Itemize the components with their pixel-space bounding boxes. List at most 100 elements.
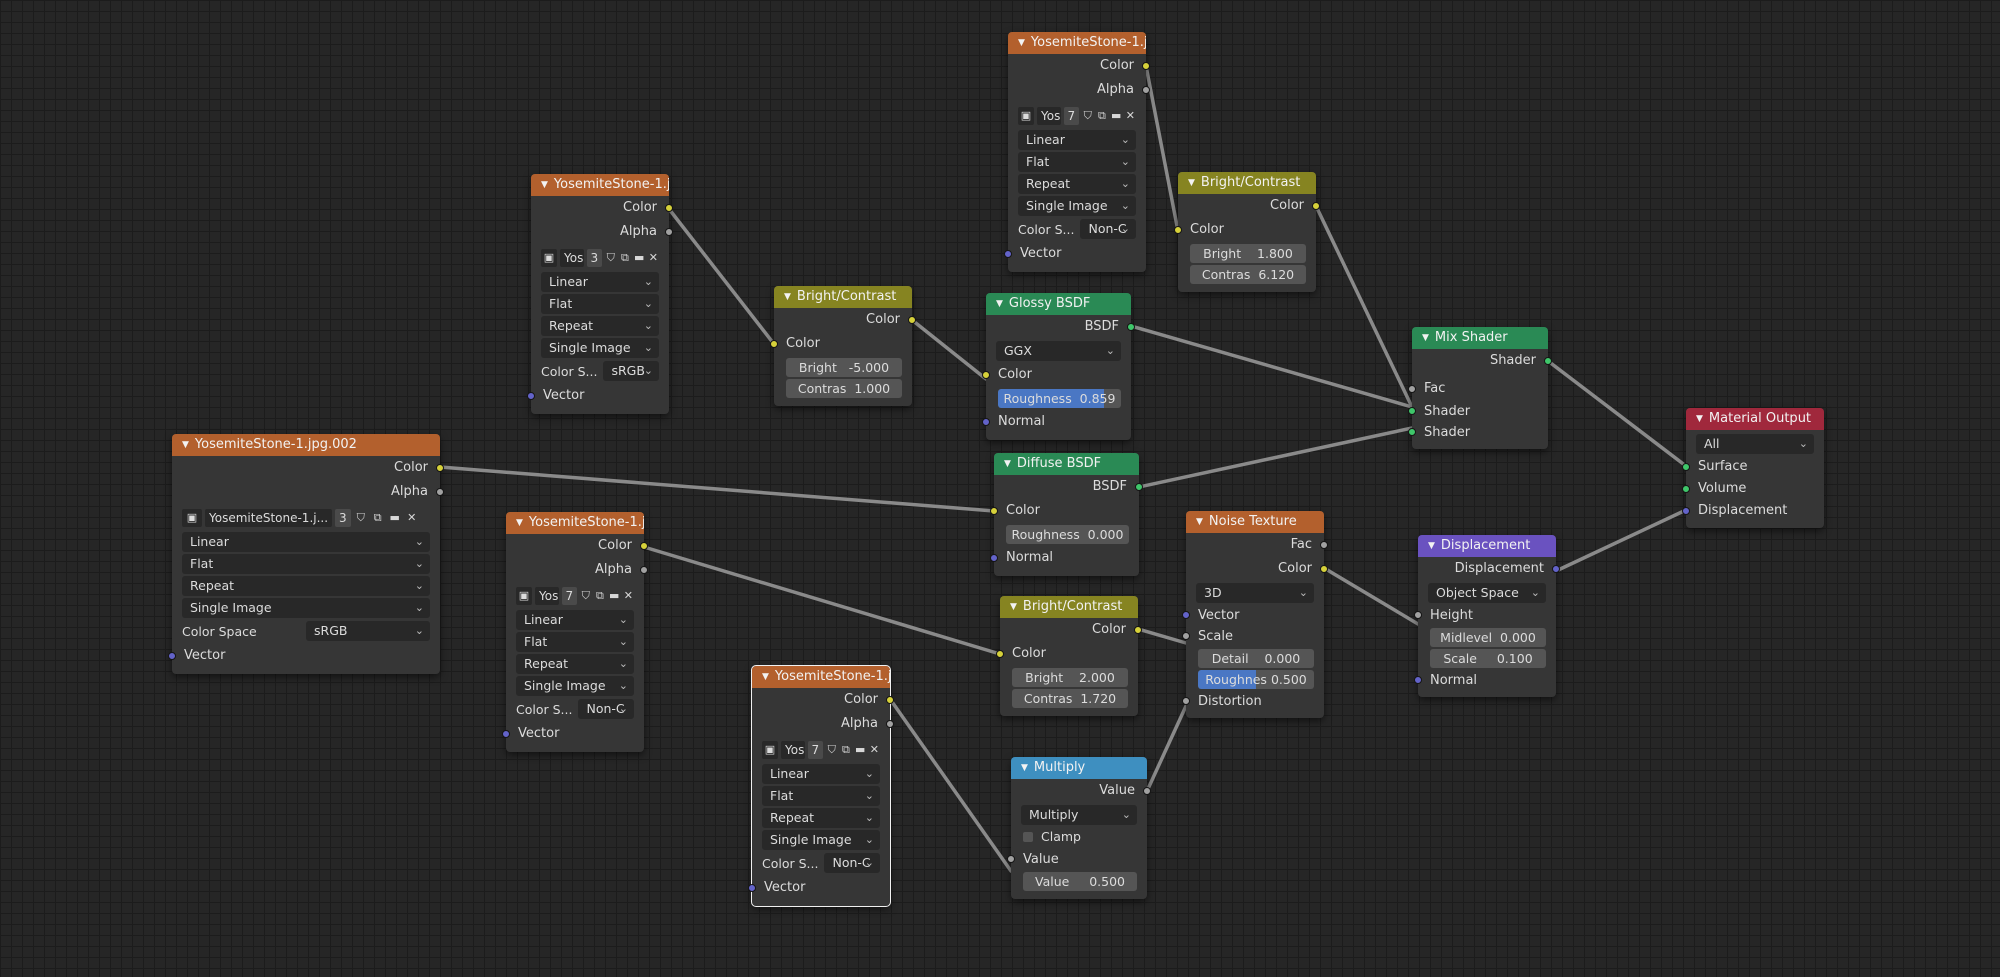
image-name[interactable]: Yos bbox=[560, 249, 584, 267]
copy-icon[interactable]: ⧉ bbox=[594, 587, 605, 605]
socket-fac-out[interactable] bbox=[1320, 541, 1328, 549]
folder-icon[interactable]: ▬ bbox=[388, 509, 402, 527]
socket-fac-in[interactable] bbox=[1408, 385, 1416, 393]
fake-user-shield-icon[interactable]: ⛉ bbox=[605, 249, 616, 267]
image-name[interactable]: Yos bbox=[781, 741, 805, 759]
image-texture-node[interactable]: ▼ YosemiteStone-1.jpg Color Alpha ▣Yos7⛉⧉… bbox=[1004, 32, 1150, 272]
node-link[interactable] bbox=[888, 697, 1013, 873]
collapse-triangle-icon[interactable]: ▼ bbox=[516, 518, 523, 528]
source-dropdown[interactable]: Single Image ⌄ bbox=[1018, 196, 1136, 216]
image-selector[interactable]: ▣ Yos 3 ⛉ ⧉ ▬ ✕ bbox=[541, 248, 659, 268]
color-space-dropdown[interactable]: sRGB ⌄ bbox=[306, 621, 430, 641]
socket-normal-in[interactable] bbox=[982, 418, 990, 426]
socket-normal-in[interactable] bbox=[1414, 676, 1422, 684]
roughness-field[interactable]: Roughness 0.000 bbox=[1006, 525, 1129, 544]
clamp-checkbox[interactable]: Clamp bbox=[1023, 827, 1135, 847]
roughness-slider[interactable]: Roughnes 0.500 bbox=[1198, 670, 1314, 689]
socket-color-out[interactable] bbox=[1320, 565, 1328, 573]
collapse-triangle-icon[interactable]: ▼ bbox=[1196, 517, 1203, 527]
collapse-triangle-icon[interactable]: ▼ bbox=[996, 299, 1003, 309]
node-header[interactable]: ▼ Mix Shader bbox=[1412, 327, 1548, 349]
image-selector[interactable]: ▣ YosemiteStone-1.j... 3 ⛉ ⧉ ▬ ✕ bbox=[182, 508, 430, 528]
socket-displacement-in[interactable] bbox=[1682, 507, 1690, 515]
node-link[interactable] bbox=[910, 318, 988, 381]
node-header[interactable]: ▼ Material Output bbox=[1686, 408, 1824, 430]
interpolation-dropdown[interactable]: Linear ⌄ bbox=[541, 272, 659, 292]
roughness-slider[interactable]: Roughness 0.859 bbox=[998, 389, 1121, 408]
socket-color-in[interactable] bbox=[996, 650, 1004, 658]
socket-vector-in[interactable] bbox=[748, 884, 756, 892]
source-dropdown[interactable]: Single Image ⌄ bbox=[762, 830, 880, 850]
socket-bsdf-out[interactable] bbox=[1135, 483, 1143, 491]
bright-field[interactable]: Bright 2.000 bbox=[1012, 668, 1128, 687]
socket-alpha-out[interactable] bbox=[1142, 86, 1150, 94]
source-dropdown[interactable]: Single Image ⌄ bbox=[541, 338, 659, 358]
copy-icon[interactable]: ⧉ bbox=[371, 509, 385, 527]
close-icon[interactable]: ✕ bbox=[648, 249, 659, 267]
image-selector[interactable]: ▣ Yos 7 ⛉ ⧉ ▬ ✕ bbox=[762, 740, 880, 760]
projection-dropdown[interactable]: Flat ⌄ bbox=[1018, 152, 1136, 172]
bright-contrast-node[interactable]: ▼ Bright/Contrast Color Color Bright 2.00… bbox=[996, 596, 1142, 716]
socket-color-in[interactable] bbox=[990, 507, 998, 515]
fake-user-shield-icon[interactable]: ⛉ bbox=[1082, 107, 1093, 125]
fake-user-shield-icon[interactable]: ⛉ bbox=[826, 741, 837, 759]
interpolation-dropdown[interactable]: Linear ⌄ bbox=[516, 610, 634, 630]
socket-displacement-out[interactable] bbox=[1552, 565, 1560, 573]
socket-color-out[interactable] bbox=[1312, 202, 1320, 210]
dimensions-dropdown[interactable]: 3D ⌄ bbox=[1196, 583, 1314, 603]
node-header[interactable]: ▼ Bright/Contrast bbox=[774, 286, 912, 308]
value-field[interactable]: Value 0.500 bbox=[1023, 872, 1137, 891]
node-link[interactable] bbox=[1546, 359, 1688, 468]
socket-color-out[interactable] bbox=[436, 464, 444, 472]
close-icon[interactable]: ✕ bbox=[623, 587, 634, 605]
copy-icon[interactable]: ⧉ bbox=[1096, 107, 1107, 125]
socket-value-out[interactable] bbox=[1143, 787, 1151, 795]
bright-field[interactable]: Bright 1.800 bbox=[1190, 244, 1306, 263]
node-header[interactable]: ▼ Bright/Contrast bbox=[1000, 596, 1138, 618]
image-browse-icon[interactable]: ▣ bbox=[516, 587, 533, 605]
extension-dropdown[interactable]: Repeat ⌄ bbox=[182, 576, 430, 596]
socket-color-out[interactable] bbox=[640, 542, 648, 550]
bright-contrast-node[interactable]: ▼ Bright/Contrast Color Color Bright -5.0… bbox=[770, 286, 916, 406]
collapse-triangle-icon[interactable]: ▼ bbox=[762, 672, 769, 682]
diffuse-bsdf-node[interactable]: ▼ Diffuse BSDF BSDF Color Roughness 0.000… bbox=[990, 453, 1143, 576]
socket-bsdf-out[interactable] bbox=[1127, 323, 1135, 331]
socket-alpha-out[interactable] bbox=[886, 720, 894, 728]
extension-dropdown[interactable]: Repeat ⌄ bbox=[541, 316, 659, 336]
node-link[interactable] bbox=[1145, 704, 1188, 793]
image-browse-icon[interactable]: ▣ bbox=[1018, 107, 1035, 125]
collapse-triangle-icon[interactable]: ▼ bbox=[1010, 602, 1017, 612]
folder-icon[interactable]: ▬ bbox=[1111, 107, 1122, 125]
collapse-triangle-icon[interactable]: ▼ bbox=[1188, 178, 1195, 188]
socket-distortion-in[interactable] bbox=[1182, 697, 1190, 705]
fake-user-shield-icon[interactable]: ⛉ bbox=[354, 509, 368, 527]
space-dropdown[interactable]: Object Space ⌄ bbox=[1428, 583, 1546, 603]
extension-dropdown[interactable]: Repeat ⌄ bbox=[516, 654, 634, 674]
distribution-dropdown[interactable]: GGX ⌄ bbox=[996, 341, 1121, 361]
socket-color-in[interactable] bbox=[1174, 226, 1182, 234]
close-icon[interactable]: ✕ bbox=[869, 741, 880, 759]
socket-alpha-out[interactable] bbox=[436, 488, 444, 496]
collapse-triangle-icon[interactable]: ▼ bbox=[541, 180, 548, 190]
image-name[interactable]: Yos bbox=[535, 587, 559, 605]
image-name[interactable]: Yos bbox=[1037, 107, 1061, 125]
close-icon[interactable]: ✕ bbox=[1125, 107, 1136, 125]
noise-texture-node[interactable]: ▼ Noise Texture Fac Color 3D ⌄ Vector Scal… bbox=[1182, 511, 1328, 718]
fake-user-shield-icon[interactable]: ⛉ bbox=[580, 587, 591, 605]
node-link[interactable] bbox=[1144, 64, 1180, 233]
socket-color-in[interactable] bbox=[982, 371, 990, 379]
target-dropdown[interactable]: All ⌄ bbox=[1696, 434, 1814, 454]
socket-scale-in[interactable] bbox=[1182, 632, 1190, 640]
socket-color-out[interactable] bbox=[886, 696, 894, 704]
socket-vector-in[interactable] bbox=[502, 730, 510, 738]
node-link[interactable] bbox=[438, 465, 996, 513]
node-header[interactable]: ▼ YosemiteStone-1.jpg bbox=[531, 174, 669, 196]
socket-color-out[interactable] bbox=[908, 316, 916, 324]
node-header[interactable]: ▼ Displacement bbox=[1418, 535, 1556, 557]
folder-icon[interactable]: ▬ bbox=[634, 249, 645, 267]
scale-field[interactable]: Scale 0.100 bbox=[1430, 649, 1546, 668]
node-link[interactable] bbox=[1129, 324, 1414, 409]
socket-surface-in[interactable] bbox=[1682, 463, 1690, 471]
image-browse-icon[interactable]: ▣ bbox=[541, 249, 558, 267]
socket-color-out[interactable] bbox=[1142, 62, 1150, 70]
